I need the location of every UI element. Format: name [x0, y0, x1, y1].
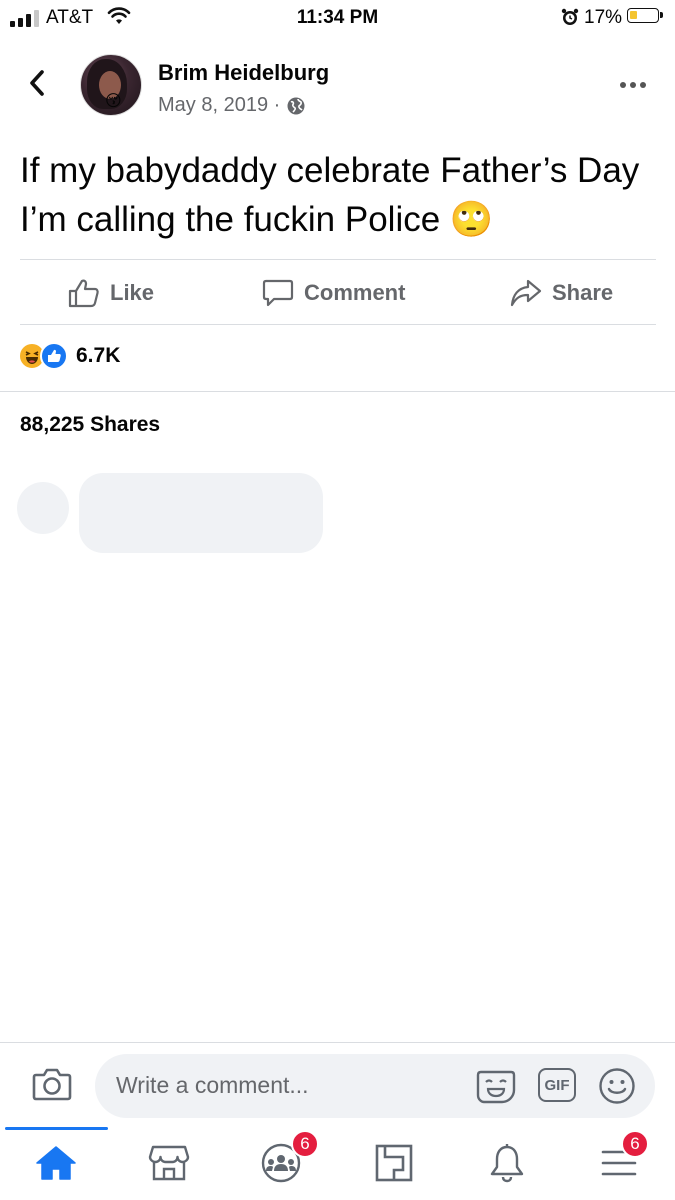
chevron-left-icon	[30, 70, 44, 96]
camera-button[interactable]	[32, 1066, 72, 1107]
smiley-icon	[599, 1068, 635, 1104]
post-date[interactable]: May 8, 2019 ·	[158, 94, 280, 117]
nav-home-tab[interactable]	[30, 1140, 82, 1186]
sticker-button[interactable]	[475, 1066, 517, 1111]
comment-loading-bubble	[79, 473, 323, 553]
avatar[interactable]: 😚	[80, 54, 142, 116]
reactions-summary[interactable]: 6.7K	[18, 342, 120, 370]
divider	[0, 391, 675, 392]
share-label: Share	[552, 280, 614, 305]
camera-icon	[32, 1068, 72, 1101]
post-author[interactable]: Brim Heidelburg	[158, 60, 329, 86]
reaction-count: 6.7K	[76, 344, 121, 367]
back-button[interactable]	[26, 68, 48, 103]
active-tab-indicator	[5, 1127, 108, 1130]
post-actions: Like Comment Share	[20, 262, 656, 324]
bell-icon	[490, 1144, 524, 1183]
comment-icon	[262, 279, 294, 307]
nav-menu-tab[interactable]: 6	[593, 1130, 649, 1186]
post-meta: May 8, 2019 ·	[158, 94, 306, 117]
like-button[interactable]: Like	[68, 262, 154, 324]
divider	[20, 324, 656, 325]
comment-loading-avatar	[17, 482, 69, 534]
battery-icon	[627, 8, 663, 23]
battery-percent: 17%	[584, 7, 623, 28]
alarm-icon	[560, 7, 580, 32]
comment-label: Comment	[304, 280, 406, 305]
nav-notifications-tab[interactable]	[481, 1140, 533, 1186]
like-label: Like	[110, 280, 155, 305]
home-icon	[36, 1146, 76, 1180]
status-bar: AT&T 11:34 PM 17%	[0, 0, 675, 36]
share-button[interactable]: Share	[510, 262, 613, 324]
more-options-button[interactable]	[620, 82, 646, 88]
thumbs-up-icon	[68, 279, 99, 308]
shares-count[interactable]: 88,225 Shares	[20, 413, 160, 437]
globe-icon	[287, 97, 305, 114]
gif-button[interactable]: GIF	[538, 1068, 576, 1102]
post-text: If my babydaddy celebrate Father’s Day I…	[20, 151, 640, 239]
shop-icon	[148, 1145, 190, 1181]
bottom-nav	[0, 1130, 675, 1200]
groups-badge: 6	[291, 1130, 319, 1158]
comment-input-placeholder: Write a comment...	[116, 1072, 309, 1098]
like-reaction-icon	[40, 342, 68, 370]
nav-groups-tab[interactable]: 6	[255, 1130, 319, 1186]
comment-button[interactable]: Comment	[262, 262, 405, 324]
kiss-emoji-icon: 😚	[105, 93, 122, 110]
emoji-button[interactable]	[598, 1067, 636, 1110]
pages-icon	[375, 1144, 413, 1182]
nav-pages-tab[interactable]	[368, 1140, 420, 1186]
nav-marketplace-tab[interactable]	[143, 1140, 195, 1186]
divider	[20, 259, 656, 260]
sticker-icon	[476, 1070, 516, 1104]
menu-badge: 6	[621, 1130, 649, 1158]
share-arrow-icon	[510, 279, 542, 307]
